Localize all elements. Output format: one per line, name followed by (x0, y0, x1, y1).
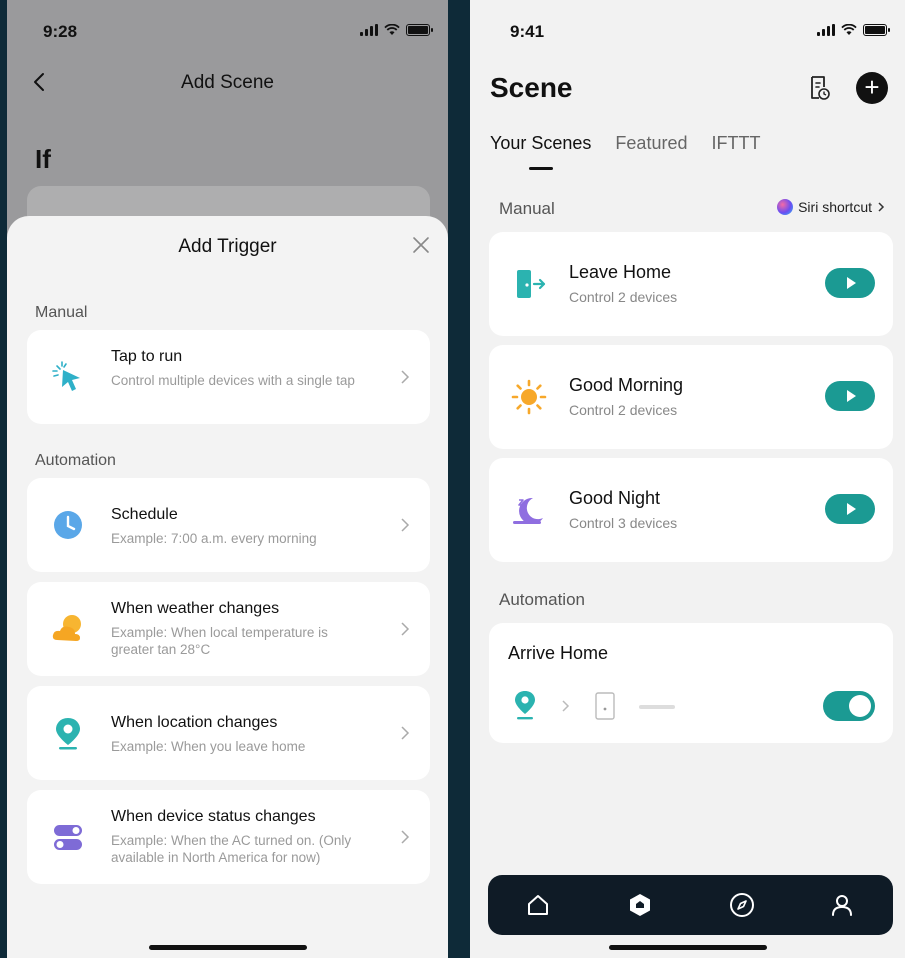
chevron-right-icon (562, 700, 570, 712)
scene-device-count: Control 2 devices (569, 289, 678, 305)
log-document-icon[interactable] (808, 74, 832, 102)
trigger-title: Schedule (111, 506, 178, 523)
add-scene-screen: 9:28 Add Scene If Add Trigger Manual Tap… (7, 0, 448, 958)
play-button[interactable] (825, 494, 875, 524)
trigger-title: Tap to run (111, 348, 183, 365)
trigger-location[interactable]: When location changes Example: When you … (27, 686, 430, 780)
tab-ifttt[interactable]: IFTTT (711, 133, 760, 154)
trigger-device-status[interactable]: When device status changes Example: When… (27, 790, 430, 884)
manual-section-label: Manual (499, 199, 555, 218)
scene-device-count: Control 2 devices (569, 402, 678, 418)
trigger-title: When device status changes (111, 808, 316, 825)
device-plug-icon (595, 692, 615, 720)
home-indicator (148, 945, 307, 950)
home-indicator (608, 945, 767, 950)
status-bar: 9:28 (7, 20, 448, 44)
signal-icon (817, 24, 835, 36)
scene-card-leave-home[interactable]: Leave Home Control 2 devices (489, 232, 893, 336)
siri-shortcut-link[interactable]: Siri shortcut (777, 199, 885, 215)
automation-section-label: Automation (35, 452, 116, 469)
wifi-icon (841, 24, 857, 35)
page-title: Scene (490, 72, 573, 103)
status-time: 9:28 (43, 22, 78, 41)
automation-toggle[interactable] (823, 691, 875, 721)
chevron-right-icon (401, 518, 410, 532)
chevron-right-icon (401, 726, 410, 740)
location-pin-icon (56, 718, 80, 750)
trigger-weather[interactable]: When weather changes Example: When local… (27, 582, 430, 676)
scene-device-count: Control 3 devices (569, 515, 678, 531)
weather-icon (52, 615, 81, 641)
scene-name: Leave Home (569, 262, 672, 282)
siri-icon (777, 199, 794, 215)
scene-card-good-night[interactable]: Good Night Control 3 devices (489, 458, 893, 562)
status-icons (817, 24, 890, 36)
bottom-tab-bar (488, 875, 893, 935)
add-trigger-sheet: Add Trigger Manual Tap to run Control mu… (7, 216, 448, 958)
trigger-schedule[interactable]: Schedule Example: 7:00 a.m. every mornin… (27, 478, 430, 572)
trigger-tap-to-run[interactable]: Tap to run Control multiple devices with… (27, 330, 430, 424)
wifi-icon (384, 24, 400, 35)
scene-tabs: Your Scenes Featured IFTTT (490, 133, 760, 154)
scene-name: Good Morning (569, 375, 684, 395)
chevron-right-icon (401, 830, 410, 844)
battery-icon (406, 24, 433, 36)
automation-section-label: Automation (499, 590, 585, 609)
sheet-title: Add Trigger (178, 236, 277, 257)
manual-section-label: Manual (35, 304, 88, 321)
siri-label: Siri shortcut (798, 199, 872, 215)
add-scene-button[interactable]: + (856, 72, 888, 104)
if-heading: If (35, 144, 51, 174)
scene-name: Good Night (569, 488, 661, 508)
trigger-desc: Example: When local temperature is great… (111, 625, 328, 657)
tab-featured[interactable]: Featured (615, 133, 687, 154)
play-button[interactable] (825, 381, 875, 411)
clock-icon (54, 511, 82, 539)
scene-card-good-morning[interactable]: Good Morning Control 2 devices (489, 345, 893, 449)
chevron-right-icon (401, 370, 410, 384)
moon-icon (513, 497, 543, 524)
close-icon[interactable] (412, 236, 430, 254)
signal-icon (360, 24, 378, 36)
status-icons (360, 24, 433, 36)
scene-screen: 9:41 Scene + Your Scenes Featured IFTTT … (470, 0, 905, 958)
automation-card-arrive-home[interactable]: Arrive Home (489, 623, 893, 743)
trigger-desc: Example: 7:00 a.m. every morning (111, 531, 317, 546)
play-button[interactable] (825, 268, 875, 298)
trigger-desc: Example: When the AC turned on. (Only av… (111, 833, 352, 865)
chevron-right-icon (401, 622, 410, 636)
page-title: Add Scene (181, 72, 274, 93)
scene-icon[interactable] (626, 891, 654, 919)
tap-cursor-icon (52, 361, 80, 391)
chevron-right-icon (878, 202, 885, 212)
trigger-desc: Example: When you leave home (111, 739, 306, 754)
automation-name: Arrive Home (508, 643, 609, 663)
device-toggle-icon (54, 825, 82, 850)
battery-icon (863, 24, 890, 36)
explore-icon[interactable] (728, 891, 756, 919)
trigger-title: When weather changes (111, 600, 280, 617)
home-icon[interactable] (524, 891, 552, 919)
status-bar: 9:41 (470, 20, 905, 44)
status-time: 9:41 (510, 22, 545, 41)
trigger-desc: Control multiple devices with a single t… (111, 373, 355, 388)
door-exit-icon (517, 270, 546, 298)
trigger-title: When location changes (111, 714, 278, 731)
profile-icon[interactable] (828, 891, 856, 919)
device-light-strip-icon (639, 705, 675, 709)
sun-icon (511, 379, 547, 415)
tab-your-scenes[interactable]: Your Scenes (490, 133, 591, 154)
location-pin-icon (515, 691, 535, 720)
